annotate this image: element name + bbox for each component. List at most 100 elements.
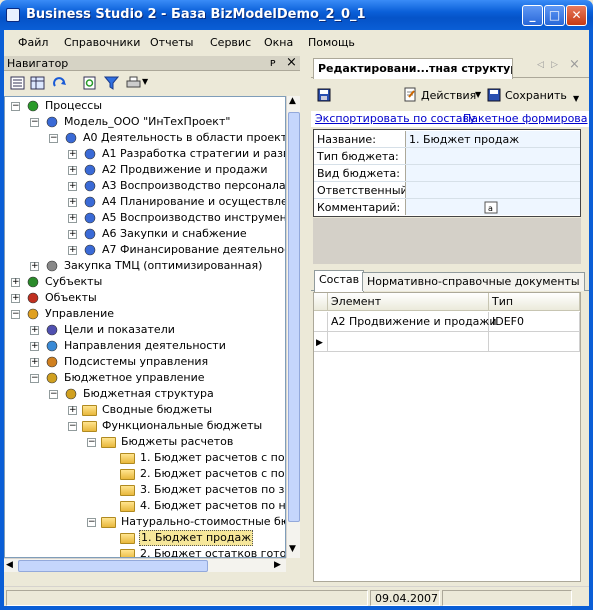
menu-windows[interactable]: Окна xyxy=(264,36,293,49)
grid-cell-type[interactable]: IDEF0 xyxy=(489,312,580,332)
tree-item-label: Цели и показатели xyxy=(64,323,175,336)
folder-icon xyxy=(82,419,98,433)
menu-service[interactable]: Сервис xyxy=(210,36,251,49)
tree-expander-icon[interactable]: + xyxy=(68,246,77,255)
tree-expander-icon[interactable]: + xyxy=(68,214,77,223)
refresh-icon[interactable] xyxy=(52,76,67,90)
scroll-thumb[interactable] xyxy=(288,112,300,522)
save-disk-icon[interactable] xyxy=(317,88,331,102)
table-icon[interactable] xyxy=(30,76,45,90)
tree-item-label: Бюджеты расчетов xyxy=(121,435,234,448)
tab-composition[interactable]: Состав xyxy=(314,270,365,292)
tree-expander-icon[interactable]: − xyxy=(11,310,20,319)
actions-dropdown-icon[interactable]: ▼ xyxy=(475,90,481,99)
field-label-budget-type: Тип бюджета: xyxy=(317,150,399,163)
process-node-icon xyxy=(82,195,98,209)
toolbar-overflow-icon[interactable]: ▼ xyxy=(573,94,579,103)
scroll-down-icon[interactable]: ▼ xyxy=(289,544,296,554)
print-dropdown-icon[interactable]: ▼ xyxy=(142,77,148,86)
status-panel-extra xyxy=(442,590,572,606)
menu-reports[interactable]: Отчеты xyxy=(150,36,193,49)
tree-expander-icon[interactable]: + xyxy=(30,262,39,271)
menu-help[interactable]: Помощь xyxy=(308,36,355,49)
new-row-element-cell[interactable] xyxy=(328,332,489,352)
list-icon[interactable] xyxy=(10,76,25,90)
column-header-type[interactable]: Тип xyxy=(489,293,580,311)
tree-expander-icon[interactable]: − xyxy=(68,422,77,431)
tree-item-label: Закупка ТМЦ (оптимизированная) xyxy=(64,259,263,272)
actions-button[interactable]: Действия xyxy=(421,89,476,102)
field-row-budget-type: Тип бюджета: xyxy=(314,148,580,165)
tree-expander-icon[interactable]: + xyxy=(68,166,77,175)
maximize-button[interactable]: □ xyxy=(544,5,565,26)
print-icon[interactable] xyxy=(126,76,141,90)
menu-file[interactable]: Файл xyxy=(18,36,48,49)
tree-item-label: А4 Планирование и осуществление xyxy=(102,195,285,208)
name-field[interactable]: 1. Бюджет продаж xyxy=(405,131,580,147)
tree-expander-icon[interactable]: − xyxy=(49,390,58,399)
minimize-button[interactable]: _ xyxy=(522,5,543,26)
navigator-close-icon[interactable]: × xyxy=(286,55,297,70)
window-title: Business Studio 2 - База BizModelDemo_2_… xyxy=(26,7,366,22)
close-button[interactable]: ✕ xyxy=(566,5,587,26)
tab-prev-icon[interactable]: ◁ xyxy=(537,60,544,70)
window-frame-bottom xyxy=(0,606,593,610)
export-by-composition-link[interactable]: Экспортировать по составу xyxy=(315,112,476,125)
tree-expander-icon[interactable]: − xyxy=(49,134,58,143)
budget-type-field[interactable] xyxy=(405,148,580,164)
filter-icon[interactable] xyxy=(104,76,119,90)
tree-item-label: А0 Деятельность в области проектиро xyxy=(83,131,286,144)
batch-generation-link[interactable]: Пакетное формирова xyxy=(463,112,588,125)
tree-expander-icon[interactable]: + xyxy=(30,358,39,367)
process-node-icon xyxy=(82,147,98,161)
tree-expander-icon[interactable]: + xyxy=(68,182,77,191)
tree-expander-icon[interactable]: − xyxy=(30,374,39,383)
save-button[interactable]: Сохранить xyxy=(505,89,567,102)
tree-expander-icon[interactable]: − xyxy=(87,438,96,447)
tree-expander-icon[interactable]: − xyxy=(11,102,20,111)
scroll-up-icon[interactable]: ▲ xyxy=(289,96,296,106)
menu-references[interactable]: Справочники xyxy=(64,36,140,49)
hscroll-thumb[interactable] xyxy=(18,560,208,572)
window-frame-right xyxy=(589,30,593,610)
status-panel-main xyxy=(6,590,368,606)
tab-budget-structure-editor[interactable]: Редактировани...тная структура xyxy=(313,58,513,79)
folder-icon xyxy=(82,403,98,417)
budget-kind-field[interactable] xyxy=(405,165,580,181)
pin-icon[interactable]: ᴘ xyxy=(270,56,276,69)
diagram-icon xyxy=(44,259,60,273)
responsible-field[interactable] xyxy=(405,182,580,198)
new-row-selector[interactable]: ▶ xyxy=(314,332,328,352)
directions-icon xyxy=(44,339,60,353)
tree-expander-icon[interactable]: + xyxy=(30,342,39,351)
tree-expander-icon[interactable]: + xyxy=(68,230,77,239)
tree-horizontal-scrollbar[interactable]: ◀ ▶ xyxy=(4,558,286,572)
scroll-right-icon[interactable]: ▶ xyxy=(274,560,281,570)
tree-item-label: Субъекты xyxy=(45,275,103,288)
tree-expander-icon[interactable]: + xyxy=(68,406,77,415)
tree-item-label: 4. Бюджет расчетов по нало xyxy=(140,499,286,512)
document-refresh-icon[interactable] xyxy=(82,76,97,90)
tree-expander-icon[interactable]: − xyxy=(87,518,96,527)
panel-splitter[interactable] xyxy=(300,56,311,586)
new-row-type-cell[interactable] xyxy=(489,332,580,352)
tree-expander-icon[interactable]: + xyxy=(11,294,20,303)
scroll-left-icon[interactable]: ◀ xyxy=(6,560,13,570)
tree-expander-icon[interactable]: + xyxy=(68,150,77,159)
grid-cell-element[interactable]: А2 Продвижение и продажи xyxy=(328,312,496,332)
column-header-element[interactable]: Элемент xyxy=(328,293,489,311)
tab-close-icon[interactable]: × xyxy=(569,57,580,72)
tree-item-label: Модель_ООО "ИнТехПроект" xyxy=(64,115,231,128)
row-selector[interactable] xyxy=(314,312,328,332)
tree-item-label: А5 Воспроизводство инструмента xyxy=(102,211,286,224)
tree-vertical-scrollbar[interactable]: ▲ ▼ xyxy=(286,96,300,558)
tree-expander-icon[interactable]: + xyxy=(11,278,20,287)
tab-reference-documents[interactable]: Нормативно-справочные документы xyxy=(362,272,585,291)
tree-expander-icon[interactable]: − xyxy=(30,118,39,127)
tree-expander-icon[interactable]: + xyxy=(68,198,77,207)
tab-next-icon[interactable]: ▷ xyxy=(551,60,558,70)
tree-item-label: Направления деятельности xyxy=(64,339,226,352)
folder-icon xyxy=(120,547,136,557)
tree-expander-icon[interactable]: + xyxy=(30,326,39,335)
comment-editor-icon[interactable]: a xyxy=(484,201,498,214)
